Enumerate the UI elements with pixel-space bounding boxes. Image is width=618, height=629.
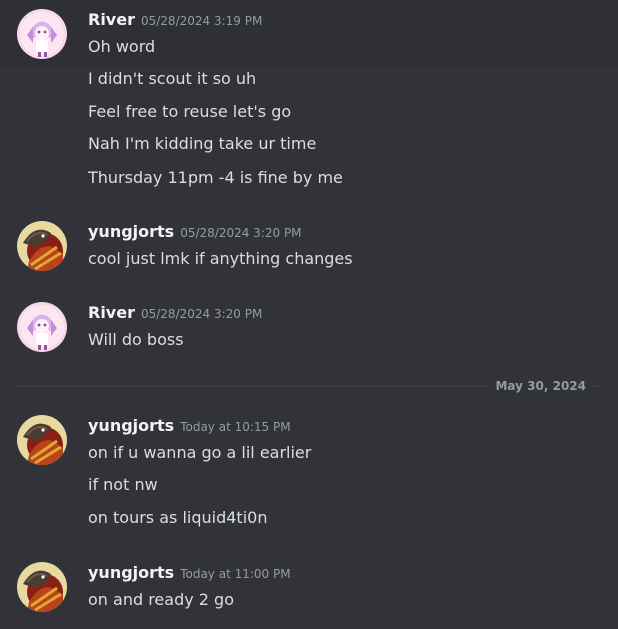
avatar[interactable]	[17, 415, 67, 465]
message-header: yungjorts Today at 11:00 PM	[88, 562, 291, 584]
username[interactable]: River	[88, 10, 135, 29]
message-text: Oh word	[88, 37, 156, 56]
message-text: if not nw	[88, 475, 158, 494]
message-text: on and ready 2 go	[88, 590, 234, 609]
message-text: on if u wanna go a lil earlier	[88, 443, 312, 462]
timestamp[interactable]: 05/28/2024 3:20 PM	[180, 226, 301, 240]
message-text: I didn't scout it so uh	[88, 69, 257, 88]
message-text: Will do boss	[88, 330, 184, 349]
avatar[interactable]	[17, 9, 67, 59]
message-text: cool just lmk if anything changes	[88, 249, 353, 268]
message-header: River 05/28/2024 3:19 PM	[88, 9, 262, 31]
yungjorts-avatar-icon	[17, 415, 67, 465]
avatar[interactable]	[17, 221, 67, 271]
avatar[interactable]	[17, 302, 67, 352]
message-text: on tours as liquid4ti0n	[88, 508, 268, 527]
username[interactable]: River	[88, 303, 135, 322]
username[interactable]: yungjorts	[88, 416, 174, 435]
yungjorts-avatar-icon	[17, 562, 67, 612]
river-avatar-icon	[17, 9, 67, 59]
username[interactable]: yungjorts	[88, 563, 174, 582]
timestamp[interactable]: 05/28/2024 3:19 PM	[141, 14, 262, 28]
date-divider-label: May 30, 2024	[489, 377, 592, 395]
message-header: yungjorts 05/28/2024 3:20 PM	[88, 221, 302, 243]
message-text: Thursday 11pm -4 is fine by me	[88, 168, 343, 187]
message-header: yungjorts Today at 10:15 PM	[88, 415, 291, 437]
avatar[interactable]	[17, 562, 67, 612]
message-text: Feel free to reuse let's go	[88, 102, 292, 121]
river-avatar-icon	[17, 302, 67, 352]
username[interactable]: yungjorts	[88, 222, 174, 241]
timestamp[interactable]: Today at 10:15 PM	[180, 420, 290, 434]
message-text: Nah I'm kidding take ur time	[88, 134, 317, 153]
timestamp[interactable]: 05/28/2024 3:20 PM	[141, 307, 262, 321]
yungjorts-avatar-icon	[17, 221, 67, 271]
timestamp[interactable]: Today at 11:00 PM	[180, 567, 290, 581]
message-header: River 05/28/2024 3:20 PM	[88, 302, 262, 324]
